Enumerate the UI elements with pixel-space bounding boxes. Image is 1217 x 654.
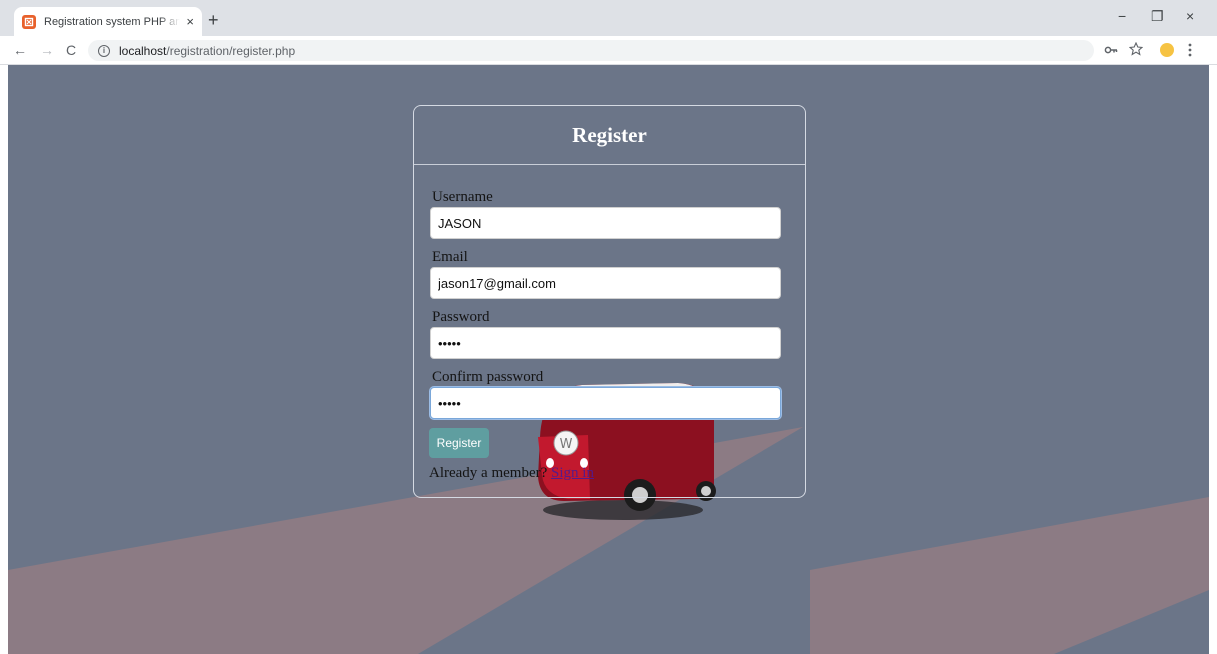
minimize-icon[interactable]: − xyxy=(1118,9,1126,23)
confirm-password-label: Confirm password xyxy=(432,369,544,385)
password-input[interactable] xyxy=(430,327,781,359)
email-input[interactable] xyxy=(430,267,781,299)
restore-icon[interactable]: ❐ xyxy=(1151,9,1164,23)
menu-icon[interactable] xyxy=(1188,43,1192,57)
forward-icon[interactable]: → xyxy=(40,43,54,57)
browser-toolbar: ← → C i localhost/registration/register.… xyxy=(0,36,1217,65)
email-group: Email xyxy=(430,247,781,299)
xampp-favicon-icon xyxy=(22,14,36,29)
new-tab-icon[interactable]: + xyxy=(208,11,219,29)
page-title: Register xyxy=(572,122,647,147)
confirm-password-group: Confirm password xyxy=(430,367,781,419)
url-host: localhost xyxy=(119,43,167,58)
password-label: Password xyxy=(432,309,490,325)
browser-tab[interactable]: Registration system PHP and MySQL × xyxy=(14,7,202,36)
tab-close-icon[interactable]: × xyxy=(186,15,194,28)
sign-in-link[interactable]: Sign in xyxy=(551,465,594,481)
profile-avatar[interactable] xyxy=(1160,43,1174,57)
email-label: Email xyxy=(432,249,468,265)
username-label: Username xyxy=(432,189,493,205)
page-viewport: W Register Username Email Password Confi… xyxy=(8,65,1209,654)
star-icon[interactable] xyxy=(1129,42,1143,56)
confirm-password-input[interactable] xyxy=(430,387,781,419)
url-path: /registration/register.php xyxy=(166,43,296,58)
register-button[interactable]: Register xyxy=(429,428,489,458)
site-info-icon[interactable]: i xyxy=(98,44,110,57)
reload-icon[interactable]: C xyxy=(66,43,76,57)
address-bar[interactable]: i localhost/registration/register.php xyxy=(88,40,1094,61)
back-icon[interactable]: ← xyxy=(13,43,27,57)
tab-title: Registration system PHP and MySQL xyxy=(44,15,180,28)
url-text: localhost/registration/register.php xyxy=(119,44,295,58)
key-icon[interactable] xyxy=(1104,44,1118,56)
member-prompt: Already a member? Sign in xyxy=(429,465,594,482)
close-window-icon[interactable]: × xyxy=(1186,9,1194,23)
browser-tab-strip: Registration system PHP and MySQL × + − … xyxy=(0,0,1217,36)
form-header: Register xyxy=(414,106,805,165)
member-prompt-text: Already a member? xyxy=(429,465,552,481)
username-group: Username xyxy=(430,187,781,239)
username-input[interactable] xyxy=(430,207,781,239)
registration-form: Register Username Email Password Confirm… xyxy=(413,105,806,498)
password-group: Password xyxy=(430,307,781,359)
